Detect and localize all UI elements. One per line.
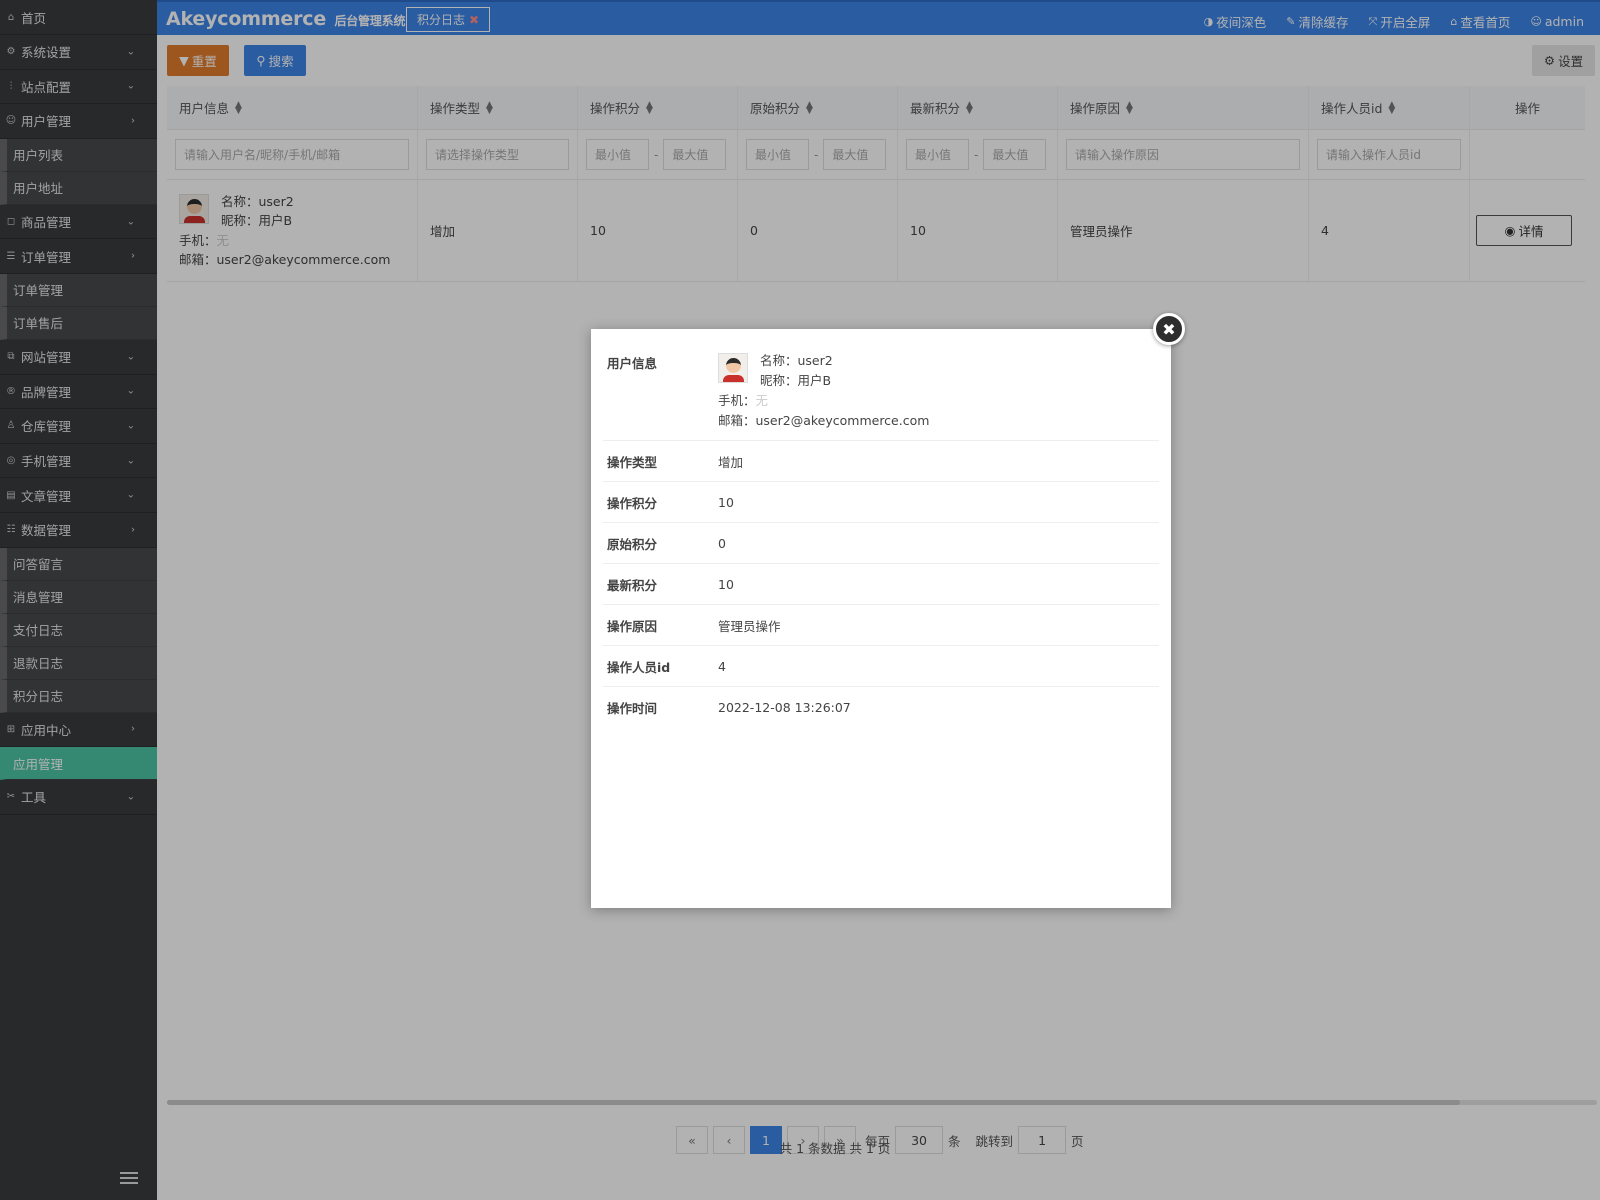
modal-row-original: 原始积分 0 [603,523,1159,564]
modal-field-value: 增加 [718,454,744,470]
modal-field-value: 10 [718,494,734,510]
modal-row-reason: 操作原因 管理员操作 [603,605,1159,646]
detail-modal: 用户信息 名称：user2 昵称：用户B 手机：无 邮箱：user2@akeyc… [591,329,1171,908]
user-nickname: 昵称：用户B [760,373,832,388]
modal-field-label: 操作积分 [607,495,658,511]
modal-field-label: 用户信息 [607,356,658,371]
modal-field-label: 操作人员id [607,659,671,675]
phone-value: 无 [755,393,769,408]
modal-field-label: 操作时间 [607,701,658,716]
modal-field-value: 2022-12-08 13:26:07 [718,700,851,715]
close-icon: ✖ [1162,319,1176,339]
user-phone: 手机：无 [718,391,929,411]
modal-field-label: 原始积分 [607,536,658,552]
modal-row-user: 用户信息 名称：user2 昵称：用户B 手机：无 邮箱：user2@akeyc… [603,329,1159,441]
user-name: 名称：user2 [760,353,833,368]
modal-row-time: 操作时间 2022-12-08 13:26:07 [603,687,1159,728]
modal-row-operator: 操作人员id 4 [603,646,1159,687]
modal-row-type: 操作类型 增加 [603,441,1159,482]
modal-field-label: 操作类型 [607,454,658,470]
modal-field-label: 操作原因 [607,618,658,634]
modal-field-value: 10 [718,576,734,592]
modal-row-points: 操作积分 10 [603,482,1159,523]
modal-user-info: 名称：user2 昵称：用户B 手机：无 邮箱：user2@akeycommer… [718,351,929,431]
user-email: 邮箱：user2@akeycommerce.com [718,413,930,428]
modal-field-value: 管理员操作 [718,618,781,634]
avatar [718,353,748,383]
modal-field-value: 0 [718,535,726,551]
modal-field-value: 4 [718,658,726,674]
modal-field-label: 最新积分 [607,577,658,593]
modal-close-button[interactable]: ✖ [1153,313,1185,345]
modal-row-latest: 最新积分 10 [603,564,1159,605]
phone-label: 手机： [718,393,756,408]
